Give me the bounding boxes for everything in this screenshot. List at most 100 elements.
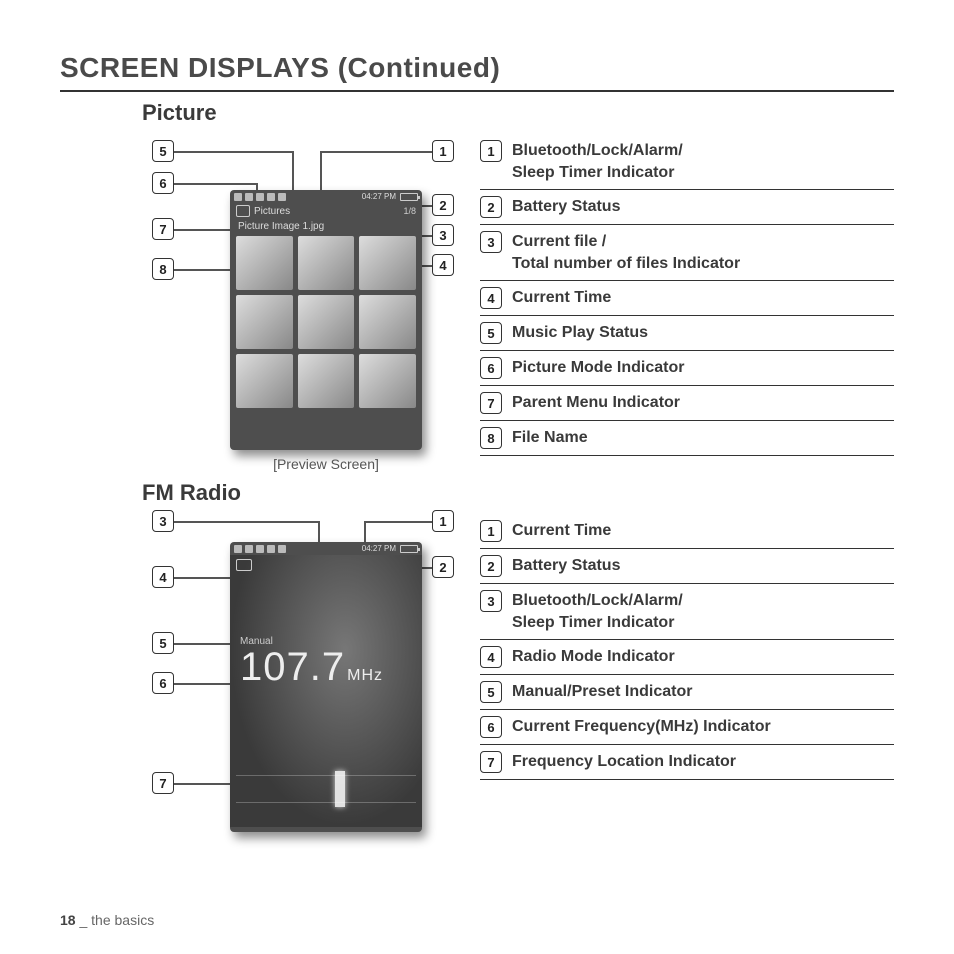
bluetooth-icon — [245, 545, 253, 553]
thumbnail-grid — [230, 236, 422, 414]
file-counter: 1/8 — [403, 206, 416, 216]
page-footer: 18 _ the basics — [60, 912, 154, 928]
thumbnail — [298, 295, 355, 349]
legend-number: 4 — [480, 646, 502, 668]
legend-number: 3 — [480, 231, 502, 253]
legend-label: Battery Status — [512, 196, 620, 218]
radio-mode-icon — [236, 559, 252, 571]
legend-number: 6 — [480, 716, 502, 738]
callout-8: 8 — [152, 258, 174, 280]
thumbnail — [236, 295, 293, 349]
section-title-radio: FM Radio — [142, 480, 894, 506]
battery-icon — [400, 545, 418, 553]
legend-number: 1 — [480, 520, 502, 542]
picture-legend: 1Bluetooth/Lock/Alarm/Sleep Timer Indica… — [480, 134, 894, 474]
legend-label: Current Time — [512, 520, 611, 542]
callout-2: 2 — [432, 194, 454, 216]
legend-label: Manual/Preset Indicator — [512, 681, 693, 703]
bluetooth-icon — [245, 193, 253, 201]
legend-row: 2 Battery Status — [480, 549, 894, 584]
legend-row: 1Bluetooth/Lock/Alarm/Sleep Timer Indica… — [480, 134, 894, 190]
legend-number: 5 — [480, 681, 502, 703]
legend-number: 7 — [480, 392, 502, 414]
legend-label: Battery Status — [512, 555, 620, 577]
page-title: SCREEN DISPLAYS (Continued) — [60, 52, 894, 92]
legend-row: 3 Current file /Total number of files Ind… — [480, 225, 894, 281]
status-bar: 04:27 PM — [230, 190, 422, 203]
legend-label: Radio Mode Indicator — [512, 646, 675, 668]
thumbnail — [359, 354, 416, 408]
legend-row: 8 File Name — [480, 421, 894, 456]
picture-mode-icon — [236, 205, 250, 217]
device-caption: [Preview Screen] — [230, 456, 422, 472]
legend-label: Picture Mode Indicator — [512, 357, 684, 379]
callout-1: 1 — [432, 510, 454, 532]
sleep-icon — [278, 545, 286, 553]
frequency-value: 107.7 — [240, 645, 345, 689]
frequency-unit: MHz — [347, 667, 383, 684]
legend-number: 2 — [480, 555, 502, 577]
callout-7: 7 — [152, 218, 174, 240]
frequency-dial — [236, 775, 416, 803]
legend-label: Frequency Location Indicator — [512, 751, 736, 773]
thumbnail — [236, 354, 293, 408]
legend-row: 6 Current Frequency(MHz) Indicator — [480, 710, 894, 745]
legend-label: File Name — [512, 427, 588, 449]
filename-label: Picture Image 1.jpg — [230, 219, 422, 236]
callout-1: 1 — [432, 140, 454, 162]
thumbnail — [298, 354, 355, 408]
legend-row: 5 Music Play Status — [480, 316, 894, 351]
battery-icon — [400, 193, 418, 201]
legend-row: 7Frequency Location Indicator — [480, 745, 894, 780]
page-number: 18 — [60, 912, 76, 928]
callout-2: 2 — [432, 556, 454, 578]
legend-number: 3 — [480, 590, 502, 612]
callout-6: 6 — [152, 672, 174, 694]
thumbnail — [298, 236, 355, 290]
status-time: 04:27 PM — [362, 544, 396, 553]
status-time: 04:27 PM — [362, 192, 396, 201]
legend-number: 8 — [480, 427, 502, 449]
frequency-display: 107.7MHz — [230, 647, 422, 687]
parent-menu-label: Pictures — [254, 206, 290, 217]
radio-device: 04:27 PM Manual 107.7MHz — [230, 542, 422, 832]
legend-label: Current Frequency(MHz) Indicator — [512, 716, 771, 738]
sleep-icon — [278, 193, 286, 201]
play-status-icon — [234, 193, 242, 201]
legend-row: 5 Manual/Preset Indicator — [480, 675, 894, 710]
legend-row: 4 Current Time — [480, 281, 894, 316]
legend-label: Current Time — [512, 287, 611, 309]
lock-icon — [256, 545, 264, 553]
callout-7: 7 — [152, 772, 174, 794]
alarm-icon — [267, 193, 275, 201]
legend-row: 6 Picture Mode Indicator — [480, 351, 894, 386]
legend-number: 6 — [480, 357, 502, 379]
radio-status-icon — [234, 545, 242, 553]
frequency-marker — [335, 771, 345, 807]
callout-3: 3 — [432, 224, 454, 246]
section-title-picture: Picture — [142, 100, 894, 126]
legend-row: 3 Bluetooth/Lock/Alarm/Sleep Timer Indica… — [480, 584, 894, 640]
callout-5: 5 — [152, 140, 174, 162]
lock-icon — [256, 193, 264, 201]
status-bar: 04:27 PM — [230, 542, 422, 555]
legend-number: 2 — [480, 196, 502, 218]
alarm-icon — [267, 545, 275, 553]
callout-3: 3 — [152, 510, 174, 532]
callout-5: 5 — [152, 632, 174, 654]
thumbnail — [359, 236, 416, 290]
legend-label: Music Play Status — [512, 322, 648, 344]
legend-label: Parent Menu Indicator — [512, 392, 680, 414]
picture-device: 04:27 PM Pictures 1/8 Picture Image 1.jp… — [230, 190, 422, 450]
legend-number: 4 — [480, 287, 502, 309]
legend-label: Current file /Total number of files Indi… — [512, 231, 740, 274]
radio-legend: 1 Current Time 2 Battery Status 3 Bluetooth/L… — [480, 514, 894, 854]
legend-row: 2 Battery Status — [480, 190, 894, 225]
legend-label: Bluetooth/Lock/Alarm/Sleep Timer Indicat… — [512, 590, 683, 633]
thumbnail — [236, 236, 293, 290]
legend-number: 5 — [480, 322, 502, 344]
thumbnail — [359, 295, 416, 349]
legend-row: 1 Current Time — [480, 514, 894, 549]
legend-label: Bluetooth/Lock/Alarm/Sleep Timer Indicat… — [512, 140, 683, 183]
callout-4: 4 — [152, 566, 174, 588]
